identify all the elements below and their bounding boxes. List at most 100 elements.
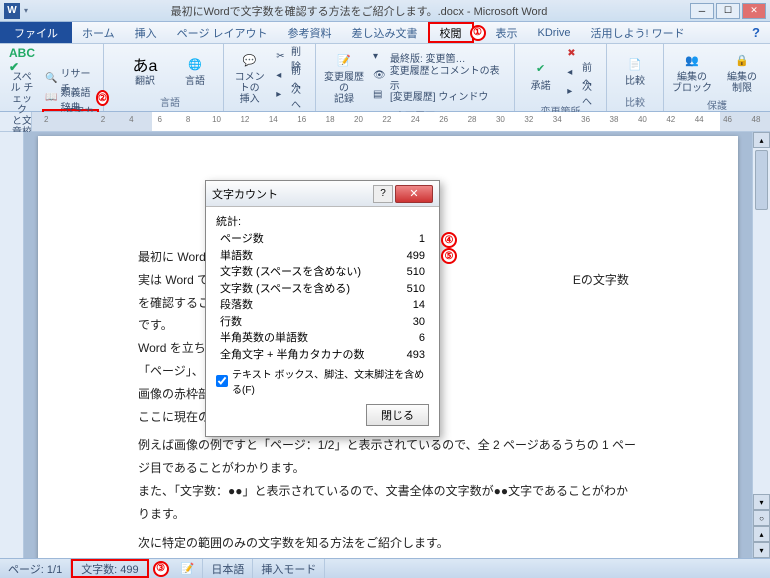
language-button[interactable]: 🌐言語 bbox=[171, 46, 219, 93]
callout-3: ③ bbox=[153, 561, 169, 577]
tab-layout[interactable]: ページ レイアウト bbox=[167, 22, 278, 43]
translate-button[interactable]: あa翻訳 bbox=[121, 46, 169, 93]
dialog-close-ok-button[interactable]: 閉じる bbox=[366, 404, 429, 426]
stat-label: 段落数 bbox=[220, 297, 253, 314]
maximize-button[interactable]: ☐ bbox=[716, 3, 740, 19]
stat-label: 文字数 (スペースを含めない) bbox=[220, 264, 361, 281]
stat-row: 全角文字 + 半角カタカナの数493 bbox=[216, 347, 429, 364]
help-icon[interactable]: ? bbox=[742, 22, 770, 43]
dialog-heading: 統計: bbox=[216, 213, 429, 229]
accept-icon: ✔ bbox=[527, 57, 555, 81]
ribbon-group-compare: 📄比較 比較 bbox=[607, 44, 664, 111]
block-authors-button[interactable]: 👥編集の ブロック bbox=[668, 46, 716, 96]
include-textbox-label: テキスト ボックス、脚注、文末脚注を含める(F) bbox=[232, 366, 429, 396]
block-icon: 👥 bbox=[678, 48, 706, 72]
next-change-button[interactable]: ▸次へ bbox=[564, 84, 602, 102]
para: 次に特定の範囲のみの文字数を知る方法をご紹介します。 bbox=[138, 532, 638, 555]
ribbon-tabs: ファイル ホーム 挿入 ページ レイアウト 参考資料 差し込み文書 校閲 ① 表… bbox=[0, 22, 770, 44]
word-app-icon: W bbox=[4, 3, 20, 19]
para: 例えば画像の例ですと「ページ：1/2」と表示されているので、全 2 ページあるう… bbox=[138, 434, 638, 480]
tab-use[interactable]: 活用しよう! ワード bbox=[581, 22, 695, 43]
scroll-up-button[interactable]: ▴ bbox=[753, 132, 770, 148]
include-textbox-checkbox[interactable] bbox=[216, 375, 228, 387]
stat-row: ページ数 1 bbox=[216, 231, 429, 248]
browse-object-button[interactable]: ○ bbox=[753, 510, 770, 526]
ribbon-group-language: あa翻訳 🌐言語 言語 bbox=[117, 44, 224, 111]
status-insert-mode[interactable]: 挿入モード bbox=[253, 559, 325, 578]
track-changes-button[interactable]: 📝変更履歴の 記録 bbox=[320, 46, 368, 107]
ribbon-group-changes: ✔承諾 ✖ ◂前へ ▸次へ 変更箇所 bbox=[515, 44, 607, 111]
track-icon: 📝 bbox=[330, 48, 358, 72]
new-comment-button[interactable]: 💬コメントの 挿入 bbox=[228, 46, 271, 107]
dropdown-icon: ▾ bbox=[373, 51, 387, 65]
stat-value: 499 bbox=[389, 248, 425, 265]
tab-home[interactable]: ホーム bbox=[72, 22, 125, 43]
compare-button[interactable]: 📄比較 bbox=[611, 46, 659, 93]
compare-icon: 📄 bbox=[621, 52, 649, 76]
status-bar: ページ: 1/1 文字数: 499 ③ 📝 日本語 挿入モード bbox=[0, 558, 770, 578]
stat-row: 文字数 (スペースを含めない) 510 bbox=[216, 264, 429, 281]
dialog-help-button[interactable]: ? bbox=[373, 185, 393, 203]
stat-row: 半角英数の単語数6 bbox=[216, 330, 429, 347]
scroll-thumb[interactable] bbox=[755, 150, 768, 210]
callout-1: ① bbox=[470, 25, 486, 41]
stat-value: 510 bbox=[389, 281, 425, 298]
callout-5: ⑤ bbox=[441, 248, 457, 264]
next-comment-button[interactable]: ▸次へ bbox=[273, 87, 311, 105]
status-language[interactable]: 日本語 bbox=[203, 559, 253, 578]
status-page[interactable]: ページ: 1/1 bbox=[0, 559, 71, 578]
tab-mailings[interactable]: 差し込み文書 bbox=[342, 22, 428, 43]
ribbon-group-comments: 💬コメントの 挿入 ✂削除 ◂前へ ▸次へ コメント bbox=[224, 44, 316, 111]
pane-icon: ▤ bbox=[373, 89, 387, 103]
stat-row: 単語数499 bbox=[216, 248, 429, 265]
markup-icon: 👁 bbox=[373, 70, 387, 84]
stat-value: 510 bbox=[389, 264, 425, 281]
ribbon: ABC✔ スペル チェック と文章校正 🔍リサーチ 📖類義語辞典 123文字カウ… bbox=[0, 44, 770, 112]
spellcheck-icon: ABC✔ bbox=[8, 48, 36, 72]
show-markup-button[interactable]: 👁変更履歴とコメントの表示 bbox=[370, 68, 510, 86]
tab-insert[interactable]: 挿入 bbox=[125, 22, 167, 43]
stat-label: 全角文字 + 半角カタカナの数 bbox=[220, 347, 365, 364]
stat-value: 14 bbox=[389, 297, 425, 314]
callout-2: ② bbox=[96, 90, 109, 106]
tab-kdrive[interactable]: KDrive bbox=[528, 22, 581, 43]
prev-icon: ◂ bbox=[276, 70, 288, 84]
window-title: 最初にWordで文字数を確認する方法をご紹介します。.docx - Micros… bbox=[28, 3, 690, 19]
wordcount-dialog: 文字カウント ? ✕ 統計: ページ数 1単語数499文字数 (スペースを含めない… bbox=[205, 180, 440, 437]
dialog-close-button[interactable]: ✕ bbox=[395, 185, 433, 203]
stat-row: 行数 30 bbox=[216, 314, 429, 331]
dialog-titlebar[interactable]: 文字カウント ? ✕ bbox=[206, 181, 439, 207]
lock-icon: 🔒 bbox=[728, 48, 756, 72]
reviewing-pane-button[interactable]: ▤[変更履歴] ウィンドウ bbox=[370, 87, 510, 105]
prev-page-button[interactable]: ▴ bbox=[753, 526, 770, 542]
stat-label: 行数 bbox=[220, 314, 242, 331]
stat-label: ページ数 bbox=[220, 231, 264, 248]
stat-value: 30 bbox=[389, 314, 425, 331]
prev-change-icon: ◂ bbox=[567, 67, 579, 81]
stat-row: 文字数 (スペースを含める) 510 bbox=[216, 281, 429, 298]
delete-icon: ✂ bbox=[276, 51, 288, 65]
accept-button[interactable]: ✔承諾 bbox=[519, 46, 562, 102]
stat-label: 文字数 (スペースを含める) bbox=[220, 281, 350, 298]
translate-icon: あa bbox=[131, 52, 159, 76]
stat-label: 半角英数の単語数 bbox=[220, 330, 308, 347]
horizontal-ruler[interactable]: 2246810121416182022242628303234363840424… bbox=[0, 112, 770, 132]
vertical-ruler[interactable] bbox=[0, 132, 24, 558]
minimize-button[interactable]: ─ bbox=[690, 3, 714, 19]
language-icon: 🌐 bbox=[181, 52, 209, 76]
tab-references[interactable]: 参考資料 bbox=[278, 22, 342, 43]
tab-review[interactable]: 校閲 bbox=[428, 22, 474, 43]
restrict-editing-button[interactable]: 🔒編集の 制限 bbox=[718, 46, 766, 96]
close-button[interactable]: ✕ bbox=[742, 3, 766, 19]
ribbon-group-protect: 👥編集の ブロック 🔒編集の 制限 保護 bbox=[664, 44, 770, 111]
tab-file[interactable]: ファイル bbox=[0, 22, 72, 43]
next-page-button[interactable]: ▾ bbox=[753, 542, 770, 558]
ribbon-group-tracking: 📝変更履歴の 記録 ▾最終版: 変更箇… 👁変更履歴とコメントの表示 ▤[変更履… bbox=[316, 44, 515, 111]
scroll-down-button[interactable]: ▾ bbox=[753, 494, 770, 510]
stat-value: 1 bbox=[389, 231, 425, 248]
vertical-scrollbar[interactable]: ▴ ▾ ○ ▴ ▾ bbox=[752, 132, 770, 558]
tab-view[interactable]: 表示 bbox=[486, 22, 528, 43]
next-icon: ▸ bbox=[276, 89, 288, 103]
status-input-indicator[interactable]: 📝 bbox=[173, 559, 204, 578]
status-wordcount[interactable]: 文字数: 499 bbox=[71, 559, 148, 578]
